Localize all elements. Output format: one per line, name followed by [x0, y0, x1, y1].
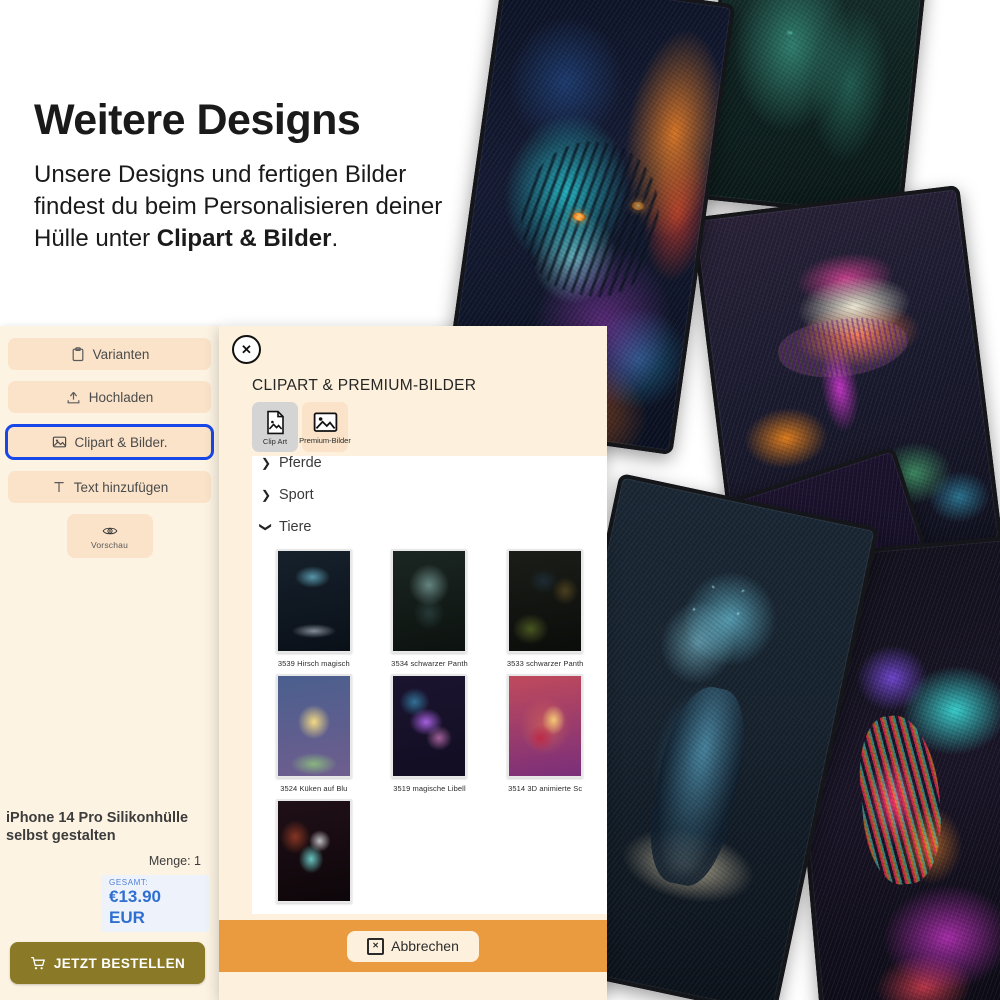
phone-case-dark-forest — [697, 0, 928, 221]
category-label: Pferde — [279, 456, 322, 471]
hero-body-line2: findest du beim Personalisieren deiner — [34, 193, 443, 221]
clipart-caption: 3519 magische Libell — [393, 784, 466, 793]
clipart-thumbnail — [507, 549, 584, 653]
clipart-thumbnail — [275, 799, 352, 903]
sidebar-item-label: Hochladen — [88, 389, 154, 405]
total-price-chip: GESAMT: €13.90 EUR — [101, 875, 209, 932]
clipart-list-area[interactable]: ❯ Pferde ❯ Sport ❯ Tiere 3539 Hirsch mag… — [252, 456, 607, 914]
sidebar-item-varianten[interactable]: Varianten — [8, 338, 211, 370]
order-now-button[interactable]: JETZT BESTELLEN — [10, 942, 205, 984]
tab-clip-art[interactable]: Clip Art — [252, 402, 298, 452]
chevron-down-icon: ❯ — [259, 522, 273, 533]
category-pferde[interactable]: ❯ Pferde — [252, 456, 607, 479]
category-sport[interactable]: ❯ Sport — [252, 479, 607, 511]
hero-body: Unsere Designs und fertigen Bilder finde… — [34, 159, 504, 255]
sidebar-item-label: Clipart & Bilder. — [74, 434, 168, 450]
picture-icon — [313, 411, 338, 434]
clipart-caption: 3524 Küken auf Blu — [280, 784, 348, 793]
category-label: Tiere — [279, 519, 312, 535]
hero-body-line3-bold: Clipart & Bilder — [156, 224, 332, 252]
eye-icon — [102, 523, 118, 539]
sidebar-item-text-hinzufuegen[interactable]: Text hinzufügen — [8, 471, 211, 503]
product-quantity: Menge: 1 — [148, 854, 201, 869]
modal-footer: ✕ Abbrechen — [219, 920, 607, 972]
page-title: Weitere Designs — [34, 96, 361, 144]
tab-premium-bilder[interactable]: Premium-Bilder — [299, 402, 351, 452]
cancel-button[interactable]: ✕ Abbrechen — [347, 930, 479, 962]
file-image-icon — [265, 410, 286, 435]
cart-icon — [30, 955, 46, 971]
preview-button[interactable]: Vorschau — [66, 514, 153, 558]
total-value: €13.90 EUR — [109, 887, 161, 927]
tab-label: Premium-Bilder — [299, 436, 351, 445]
clipboard-icon — [70, 346, 86, 362]
total-label: GESAMT: — [109, 878, 149, 888]
image-icon — [51, 434, 67, 450]
clipart-thumbnail — [507, 674, 584, 778]
clipart-thumbnail — [391, 674, 468, 778]
clipart-item[interactable]: 3524 Küken auf Blu — [260, 674, 368, 793]
clipart-item[interactable]: 3519 magische Libell — [376, 674, 484, 793]
sidebar-item-hochladen[interactable]: Hochladen — [8, 381, 211, 413]
chevron-right-icon: ❯ — [261, 488, 272, 502]
clipart-thumbnail — [275, 549, 352, 653]
text-icon — [51, 479, 67, 495]
close-box-icon: ✕ — [367, 937, 385, 955]
clipart-thumbnail — [391, 549, 468, 653]
category-tiere[interactable]: ❯ Tiere — [252, 511, 607, 543]
clipart-caption: 3533 schwarzer Panth — [506, 659, 584, 668]
clipart-item-partial[interactable] — [260, 799, 368, 903]
sidebar-item-clipart-bilder[interactable]: Clipart & Bilder. — [5, 424, 214, 460]
close-icon[interactable]: ✕ — [232, 335, 261, 364]
cancel-label: Abbrechen — [391, 938, 459, 954]
hero-body-line3-prefix: Hülle unter — [34, 224, 157, 252]
hero-text-block: Weitere Designs Unsere Designs und ferti… — [34, 96, 504, 255]
clipart-modal: ✕ CLIPART & PREMIUM-BILDER Clip Art Prem… — [219, 326, 607, 1000]
upload-icon — [66, 389, 82, 405]
chevron-right-icon: ❯ — [261, 456, 272, 470]
preview-label: Vorschau — [90, 539, 129, 550]
hero-body-line1: Unsere Designs und fertigen Bilder — [34, 161, 407, 189]
clipart-item[interactable]: 3539 Hirsch magisch — [260, 549, 368, 668]
product-summary: iPhone 14 Pro Silikonhülle selbst gestal… — [0, 809, 219, 1000]
clipart-caption: 3539 Hirsch magisch — [277, 659, 350, 668]
clipart-item[interactable]: 3534 schwarzer Panth — [376, 549, 484, 668]
order-now-label: JETZT BESTELLEN — [53, 955, 186, 971]
modal-tabs: Clip Art Premium-Bilder — [252, 402, 351, 452]
tab-label: Clip Art — [262, 437, 288, 446]
clipart-caption: 3514 3D animierte Sc — [508, 784, 583, 793]
category-label: Sport — [279, 487, 314, 503]
clipart-thumbnail — [275, 674, 352, 778]
product-title: iPhone 14 Pro Silikonhülle selbst gestal… — [6, 809, 189, 844]
clipart-item[interactable]: 3514 3D animierte Sc — [491, 674, 599, 793]
clipart-grid: 3539 Hirsch magisch 3534 schwarzer Panth… — [252, 543, 607, 909]
sidebar-item-label: Text hinzufügen — [73, 479, 169, 495]
modal-title: CLIPART & PREMIUM-BILDER — [252, 377, 477, 394]
clipart-item[interactable]: 3533 schwarzer Panth — [491, 549, 599, 668]
hero-body-line3-suffix: . — [331, 224, 339, 252]
sidebar-item-label: Varianten — [92, 346, 150, 362]
screenshot-root: Weitere Designs Unsere Designs und ferti… — [0, 0, 1000, 1000]
configurator-sidebar: Varianten Hochladen Clipart & Bilder. Te… — [0, 326, 219, 1000]
clipart-caption: 3534 schwarzer Panth — [391, 659, 468, 668]
